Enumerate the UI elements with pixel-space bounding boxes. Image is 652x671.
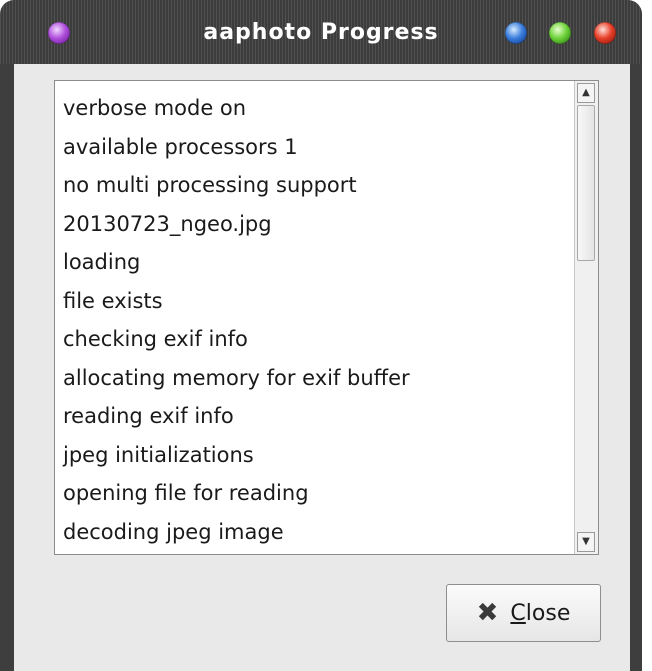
minimize-orb-icon[interactable] [505,22,527,44]
log-line: file exists [63,288,163,313]
log-line: no multi processing support [63,173,357,197]
scroll-up-arrow-icon[interactable]: ▲ [577,83,595,103]
log-line: available processors 1 [63,134,298,159]
log-line: allocating memory for exif buffer [63,365,410,390]
progress-window: aaphoto Progress verbose mode on availab… [0,0,642,671]
close-button[interactable]: ✖ Close [446,584,601,642]
maximize-orb-icon[interactable] [549,22,571,44]
vertical-scrollbar[interactable]: ▲ ▼ [574,81,598,554]
log-line: 20130723_ngeo.jpg [63,211,272,236]
close-label-rest: lose [525,600,571,626]
log-line: jpeg initializations [63,442,254,467]
log-line: opening file for reading [63,481,309,505]
log-line: reading exif info [63,404,234,428]
log-line: verbose mode on [63,96,247,120]
close-x-icon: ✖ [476,598,499,628]
log-lines: verbose mode on available processors 1 n… [63,89,564,551]
close-mnemonic: C [510,600,526,626]
window-body: verbose mode on available processors 1 n… [0,64,642,671]
log-line: decoding jpeg image [63,519,284,544]
scroll-down-arrow-icon[interactable]: ▼ [577,532,595,552]
title-bar[interactable]: aaphoto Progress [0,0,642,64]
window-title: aaphoto Progress [203,20,439,45]
progress-log[interactable]: verbose mode on available processors 1 n… [54,80,599,555]
close-orb-icon[interactable] [594,22,616,44]
close-button-label: Close [510,601,570,626]
log-line: checking exif info [63,327,248,351]
log-line: loading [63,250,141,274]
scroll-thumb[interactable] [577,105,595,261]
